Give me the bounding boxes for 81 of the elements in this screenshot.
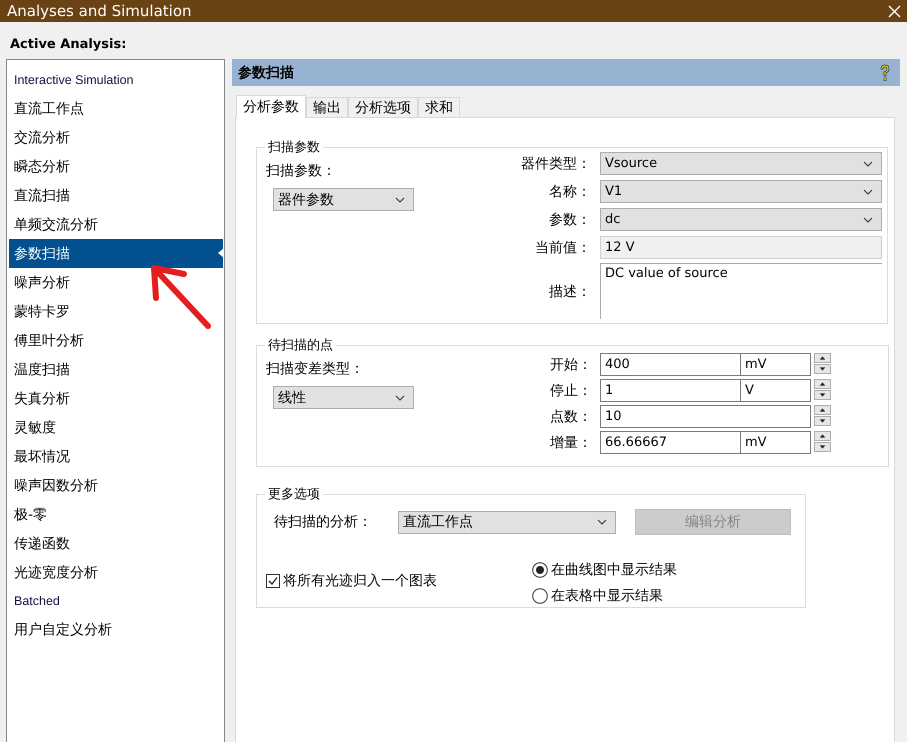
field-label: 增量： bbox=[549, 434, 593, 452]
unit-field[interactable]: mV bbox=[741, 431, 811, 454]
input-field[interactable]: 10 bbox=[600, 405, 811, 428]
field-label: 器件类型： bbox=[520, 154, 591, 172]
group-title: 待扫描的点 bbox=[267, 337, 334, 354]
chevron-down-icon bbox=[395, 394, 405, 400]
list-item[interactable]: 单频交流分析 bbox=[9, 210, 223, 239]
unit-field[interactable]: mV bbox=[741, 353, 811, 376]
tab[interactable]: 分析选项 bbox=[348, 97, 418, 117]
spin-buttons[interactable] bbox=[814, 379, 831, 401]
text-area[interactable]: DC value of source bbox=[600, 263, 882, 319]
dropdown[interactable]: Vsource bbox=[600, 152, 882, 175]
dropdown[interactable]: 线性 bbox=[273, 386, 414, 409]
field-label: 开始： bbox=[549, 356, 593, 374]
list-item[interactable]: 交流分析 bbox=[9, 123, 223, 152]
group-title: 扫描参数 bbox=[267, 139, 321, 156]
down-icon bbox=[814, 364, 831, 374]
list-item[interactable]: 噪声因数分析 bbox=[9, 471, 223, 500]
input-field[interactable]: 66.66667 bbox=[600, 431, 741, 454]
list-item[interactable]: 灵敏度 bbox=[9, 413, 223, 442]
readonly-field: 12 V bbox=[600, 236, 882, 259]
panel-title: 参数扫描 bbox=[238, 64, 294, 82]
input-field[interactable]: 400 bbox=[600, 353, 741, 376]
list-item[interactable]: 光迹宽度分析 bbox=[9, 558, 223, 587]
down-icon bbox=[814, 442, 831, 452]
up-icon bbox=[814, 353, 831, 363]
up-icon bbox=[814, 431, 831, 441]
list-item[interactable]: 参数扫描 bbox=[9, 239, 223, 268]
field-label: 停止： bbox=[549, 382, 593, 400]
up-icon bbox=[814, 405, 831, 415]
list-item[interactable]: 傅里叶分析 bbox=[9, 326, 223, 355]
list-item[interactable]: 瞬态分析 bbox=[9, 152, 223, 181]
chevron-down-icon bbox=[863, 188, 873, 194]
dropdown[interactable]: dc bbox=[600, 208, 882, 231]
list-item[interactable]: 直流扫描 bbox=[9, 181, 223, 210]
group-title: 更多选项 bbox=[267, 486, 321, 503]
dropdown[interactable]: V1 bbox=[600, 180, 882, 203]
section-label: Active Analysis: bbox=[9, 36, 128, 54]
list-item[interactable]: 噪声分析 bbox=[9, 268, 223, 297]
spin-buttons[interactable] bbox=[814, 431, 831, 453]
field-label: 参数： bbox=[548, 210, 591, 228]
list-item[interactable]: 失真分析 bbox=[9, 384, 223, 413]
list-item[interactable]: 直流工作点 bbox=[9, 94, 223, 123]
field-label: 描述： bbox=[548, 282, 591, 300]
spin-buttons[interactable] bbox=[814, 353, 831, 375]
chevron-down-icon bbox=[395, 196, 405, 202]
list-item[interactable]: 用户自定义分析 bbox=[9, 615, 223, 644]
checkbox[interactable]: 将所有光迹归入一个图表 bbox=[266, 572, 532, 590]
arrow-icon bbox=[150, 262, 212, 330]
input-field[interactable]: 1 bbox=[600, 379, 741, 402]
list-heading[interactable]: Interactive Simulation bbox=[9, 66, 223, 94]
window-title: Analyses and Simulation bbox=[7, 2, 192, 20]
help-icon[interactable] bbox=[878, 64, 892, 82]
close-icon[interactable] bbox=[888, 4, 901, 18]
radio-button[interactable]: 在曲线图中显示结果 bbox=[532, 561, 677, 579]
down-icon bbox=[814, 390, 831, 400]
dropdown[interactable]: 直流工作点 bbox=[398, 510, 616, 534]
field-label: 待扫描的分析： bbox=[274, 513, 373, 531]
field-label: 扫描变差类型： bbox=[266, 360, 365, 378]
field-label: 点数： bbox=[549, 408, 593, 426]
list-item[interactable]: 蒙特卡罗 bbox=[9, 297, 223, 326]
tab[interactable]: 求和 bbox=[418, 97, 460, 117]
chevron-down-icon bbox=[863, 160, 873, 166]
tab[interactable]: 分析参数 bbox=[236, 95, 306, 118]
chevron-down-icon bbox=[597, 519, 607, 525]
field-label: 扫描参数： bbox=[266, 162, 337, 180]
unit-field[interactable]: V bbox=[741, 379, 811, 402]
list-item[interactable]: 传递函数 bbox=[9, 529, 223, 558]
tab[interactable]: 输出 bbox=[306, 97, 348, 117]
radio-button[interactable]: 在表格中显示结果 bbox=[532, 587, 677, 605]
field-label: 当前值： bbox=[534, 238, 591, 256]
spin-buttons[interactable] bbox=[814, 405, 831, 427]
chevron-down-icon bbox=[863, 216, 873, 222]
down-icon bbox=[814, 416, 831, 426]
list-item[interactable]: 温度扫描 bbox=[9, 355, 223, 384]
field-label: 名称： bbox=[548, 182, 591, 200]
list-item[interactable]: 最坏情况 bbox=[9, 442, 223, 471]
list-heading[interactable]: Batched bbox=[9, 587, 223, 615]
list-item[interactable]: 极-零 bbox=[9, 500, 223, 529]
dropdown[interactable]: 器件参数 bbox=[273, 188, 414, 211]
up-icon bbox=[814, 379, 831, 389]
